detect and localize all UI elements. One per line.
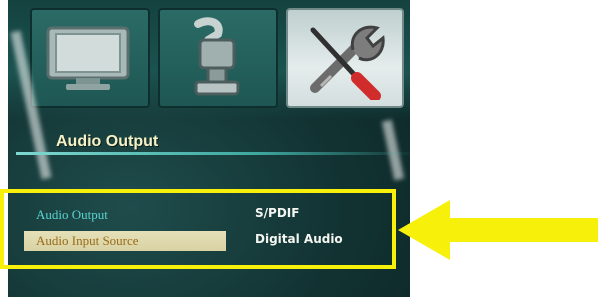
section-title-underline bbox=[16, 152, 410, 155]
wrench-screwdriver-icon bbox=[310, 25, 385, 100]
monitor-icon bbox=[46, 26, 130, 90]
screen-glare bbox=[381, 119, 405, 181]
tab-audio-input[interactable] bbox=[158, 8, 278, 108]
audio-plug-icon bbox=[194, 17, 240, 96]
tab-picture[interactable] bbox=[30, 8, 150, 108]
tab-settings[interactable] bbox=[286, 8, 404, 108]
annotation-arrow-icon bbox=[398, 200, 598, 260]
section-title: Audio Output bbox=[56, 133, 159, 150]
annotation-highlight-box bbox=[0, 189, 396, 269]
